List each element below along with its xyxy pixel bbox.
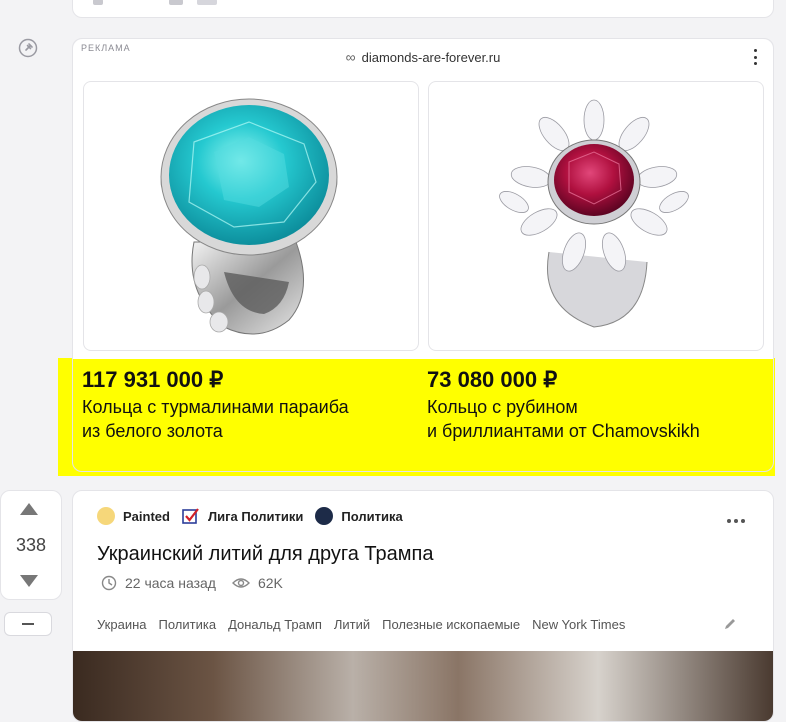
post-views: 62K	[257, 575, 283, 591]
painted-avatar-icon	[97, 507, 115, 525]
checkbox-avatar-icon	[182, 508, 199, 524]
pin-icon[interactable]	[18, 38, 38, 58]
infinity-icon: ∞	[345, 49, 356, 65]
previous-post-meta-icon	[93, 0, 103, 5]
ad-menu-icon[interactable]	[747, 47, 763, 67]
product-1-description[interactable]: Кольца с турмалинами параиба из белого з…	[82, 395, 349, 443]
community-name[interactable]: Политика	[341, 509, 402, 524]
ruby-ring-image[interactable]	[428, 81, 764, 351]
community-politika[interactable]: Политика	[315, 507, 403, 525]
community-painted[interactable]: Painted	[97, 507, 170, 525]
post-photo[interactable]	[73, 651, 773, 721]
community-name[interactable]: Лига Политики	[208, 509, 303, 524]
product-2-line-2: и бриллиантами от Chamovskikh	[427, 421, 700, 441]
downvote-icon[interactable]	[20, 575, 38, 587]
product-1-line-1: Кольца с турмалинами параиба	[82, 397, 349, 417]
tag-list: Украина Политика Дональд Трамп Литий Пол…	[97, 617, 625, 632]
tag[interactable]: New York Times	[532, 617, 625, 632]
tag[interactable]: Дональд Трамп	[228, 617, 322, 632]
pencil-icon[interactable]	[723, 617, 737, 631]
previous-post-card	[72, 0, 774, 18]
product-1-line-2: из белого золота	[82, 421, 223, 441]
product-2-price[interactable]: 73 080 000 ₽	[427, 367, 557, 393]
tag[interactable]: Политика	[159, 617, 217, 632]
post-title[interactable]: Украинский литий для друга Трампа	[97, 543, 433, 566]
previous-post-meta-text	[197, 0, 217, 5]
collapse-button[interactable]	[4, 612, 52, 636]
ad-domain-text[interactable]: diamonds-are-forever.ru	[362, 50, 501, 65]
tag[interactable]: Полезные ископаемые	[382, 617, 520, 632]
upvote-icon[interactable]	[20, 503, 38, 515]
vote-box: 338	[0, 490, 62, 600]
community-list: Painted Лига Политики Политика	[97, 507, 403, 525]
vote-count: 338	[15, 535, 47, 555]
product-2-description[interactable]: Кольцо с рубином и бриллиантами от Chamo…	[427, 395, 700, 443]
globe-avatar-icon	[315, 507, 334, 525]
clock-icon	[101, 575, 117, 591]
post-time: 22 часа назад	[125, 575, 216, 591]
tag[interactable]: Украина	[97, 617, 147, 632]
post-meta: 22 часа назад 62K	[101, 575, 291, 591]
ad-card[interactable]: РЕКЛАМА ∞ diamonds-are-forever.ru 117 93…	[72, 38, 774, 472]
minus-icon	[22, 623, 34, 625]
tag[interactable]: Литий	[334, 617, 370, 632]
product-2-line-1: Кольцо с рубином	[427, 397, 578, 417]
paraiba-ring-image[interactable]	[83, 81, 419, 351]
product-1-price[interactable]: 117 931 000 ₽	[82, 367, 223, 393]
post-menu-icon[interactable]	[727, 519, 745, 523]
eye-icon	[231, 578, 250, 588]
community-liga-politiki[interactable]: Лига Политики	[182, 507, 303, 525]
post-card: Painted Лига Политики Политика Украински…	[72, 490, 774, 722]
community-name[interactable]: Painted	[123, 509, 170, 524]
ad-domain[interactable]: ∞ diamonds-are-forever.ru	[73, 49, 773, 65]
previous-post-meta-icon-2	[169, 0, 183, 5]
